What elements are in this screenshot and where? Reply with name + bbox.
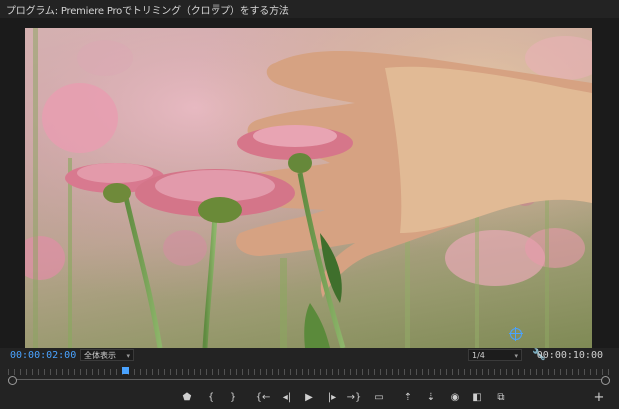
go-to-in-button[interactable]: {← bbox=[254, 389, 272, 407]
go-to-out-button[interactable]: →} bbox=[345, 389, 363, 407]
panel-title: プログラム: Premiere Proでトリミング（クロップ）をする方法 bbox=[6, 6, 289, 17]
compare-view-button[interactable]: ◧ bbox=[468, 389, 486, 407]
chevron-down-icon: ▾ bbox=[514, 352, 518, 360]
time-ruler[interactable] bbox=[8, 366, 610, 385]
chevron-down-icon: ▾ bbox=[126, 352, 130, 360]
zoom-bar-left-handle[interactable] bbox=[8, 376, 17, 385]
panel-header: プログラム: Premiere Proでトリミング（クロップ）をする方法 ≡ bbox=[0, 0, 619, 18]
zoom-level-select[interactable]: 全体表示 ▾ bbox=[80, 349, 134, 361]
button-editor-button[interactable]: + bbox=[590, 389, 608, 407]
safe-margins-button[interactable]: ▭ bbox=[370, 389, 388, 407]
video-frame[interactable] bbox=[25, 28, 592, 348]
step-forward-button[interactable]: |▸ bbox=[323, 389, 341, 407]
extract-button[interactable]: ⇣ bbox=[422, 389, 440, 407]
program-monitor bbox=[0, 18, 619, 348]
playhead-timecode[interactable]: 00:00:02:00 bbox=[10, 350, 76, 361]
zoom-bar-right-handle[interactable] bbox=[601, 376, 610, 385]
mark-out-button[interactable]: } bbox=[224, 389, 242, 407]
transport-controls: ⬟ { } {← ◂| ▶ |▸ →} ▭ ⇡ ⇣ ◉ ◧ ⧉ + bbox=[0, 389, 619, 407]
zoom-level-label: 全体表示 bbox=[84, 351, 116, 360]
step-back-button[interactable]: ◂| bbox=[278, 389, 296, 407]
playback-resolution-select[interactable]: 1/4 ▾ bbox=[468, 349, 522, 361]
duration-timecode: 00:00:10:00 bbox=[536, 350, 603, 361]
add-marker-button[interactable]: ⬟ bbox=[178, 389, 196, 407]
playback-resolution-label: 1/4 bbox=[472, 351, 485, 360]
playhead-handle[interactable] bbox=[122, 367, 129, 374]
mark-in-button[interactable]: { bbox=[202, 389, 220, 407]
video-frame-image bbox=[25, 28, 592, 348]
lift-button[interactable]: ⇡ bbox=[399, 389, 417, 407]
play-button[interactable]: ▶ bbox=[300, 389, 318, 407]
export-frame-button[interactable]: ◉ bbox=[446, 389, 464, 407]
panel-menu-icon[interactable]: ≡ bbox=[212, 2, 220, 13]
crosshair-icon bbox=[509, 327, 523, 341]
zoom-scroll-bar[interactable] bbox=[8, 379, 610, 380]
proxy-toggle-button[interactable]: ⧉ bbox=[492, 389, 510, 407]
ruler-ticks bbox=[8, 369, 610, 375]
monitor-info-bar: 00:00:02:00 全体表示 ▾ 1/4 ▾ 🔧 00:00:10:00 bbox=[0, 348, 619, 364]
